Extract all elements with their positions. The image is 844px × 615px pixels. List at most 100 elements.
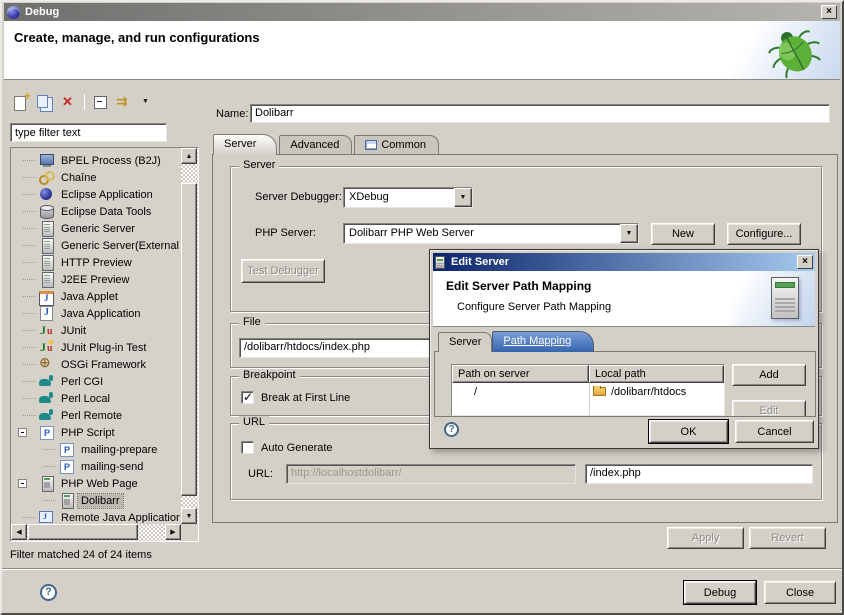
applet-icon [39,289,55,304]
cancel-button[interactable]: Cancel [735,420,814,443]
server-path-cell: / [452,386,589,398]
tab-server[interactable]: Server [213,134,277,155]
php-icon [59,442,75,457]
filter-menu-dropdown-icon[interactable] [140,94,157,110]
tree-item-http-preview[interactable]: HTTP Preview [12,254,180,271]
config-toolbar [12,94,157,110]
scroll-right-icon[interactable]: ▶ [165,524,181,540]
vertical-scroll-thumb[interactable] [181,183,197,496]
dialog-help-icon[interactable] [444,422,459,437]
remote-java-icon [39,510,55,523]
collapse-all-icon[interactable] [92,94,109,110]
scroll-up-icon[interactable]: ▲ [181,148,197,164]
footer-separator [2,568,842,570]
revert-button: Revert [749,527,826,549]
close-dialog-icon[interactable] [797,255,813,269]
tree-item-remote-java-application[interactable]: Remote Java Application [12,509,180,523]
tree-item-junit-plug-in-test[interactable]: JUnit Plug-in Test [12,339,180,356]
header-banner: Create, manage, and run configurations [4,21,840,80]
server-icon [39,238,55,253]
tree-item-generic-server[interactable]: Generic Server [12,220,180,237]
tree-item-osgi-framework[interactable]: OSGi Framework [12,356,180,373]
edit-server-dialog: Edit Server Edit Server Path Mapping Con… [429,249,819,449]
tree-item-bpel-process-b2j[interactable]: BPEL Process (B2J) [12,152,180,169]
duplicate-config-icon[interactable] [36,94,53,110]
tree-item-perl-local[interactable]: Perl Local [12,390,180,407]
scroll-left-icon[interactable]: ◀ [11,524,27,540]
tree-item-perl-cgi[interactable]: Perl CGI [12,373,180,390]
horizontal-scroll-thumb[interactable] [28,524,138,540]
osgi-icon [39,357,55,372]
tree-item-java-application[interactable]: Java Application [12,305,180,322]
debug-configurations-window: Debug Create, manage, and run configurat… [0,0,844,615]
java-icon [39,306,55,321]
new-config-icon[interactable] [12,94,29,110]
php-web-icon [39,476,55,491]
tree-vertical-scrollbar[interactable]: ▲ ▼ [181,148,198,524]
window-title: Debug [25,6,821,18]
database-icon [39,204,55,219]
tree-item-mailing-send[interactable]: mailing-send [12,458,180,475]
tree-item-mailing-prepare[interactable]: mailing-prepare [12,441,180,458]
config-tree-rows: BPEL Process (B2J)ChaîneEclipse Applicat… [12,150,180,523]
filter-status-text: Filter matched 24 of 24 items [10,549,152,561]
camel-icon [39,408,55,423]
toolbar-separator [84,94,85,110]
column-divider [589,383,590,416]
column-path-on-server[interactable]: Path on server [452,365,589,383]
process-icon [39,153,55,168]
debug-button[interactable]: Debug [684,581,756,604]
close-button[interactable]: Close [764,581,836,604]
php-web-icon [59,493,75,508]
column-local-path[interactable]: Local path [589,365,724,383]
name-input[interactable]: Dolibarr [250,104,830,123]
tree-item-eclipse-application[interactable]: Eclipse Application [12,186,180,203]
edit-server-titlebar[interactable]: Edit Server [433,253,815,271]
tree-item-perl-remote[interactable]: Perl Remote [12,407,180,424]
ok-button[interactable]: OK [649,420,728,443]
path-mapping-panel: Path on server Local path //dolibarr/htd… [434,351,816,417]
filter-icon[interactable] [116,94,133,110]
tree-item-dolibarr[interactable]: Dolibarr [12,492,180,509]
junit-plugin-icon [39,340,55,355]
edit-server-title: Edit Server [451,256,797,268]
type-filter-input[interactable] [10,123,167,142]
edit-server-subheading: Configure Server Path Mapping [457,301,611,313]
edit-server-tabs: Server Path Mapping [438,331,594,352]
tree-item-junit[interactable]: JUnit [12,322,180,339]
add-mapping-button[interactable]: Add [732,364,806,386]
window-titlebar[interactable]: Debug [4,3,840,21]
path-mapping-row[interactable]: //dolibarr/htdocs [452,383,724,400]
tree-horizontal-scrollbar[interactable]: ◀ ▶ [11,524,181,541]
tree-item-php-script[interactable]: PHP Script [12,424,180,441]
table-icon [365,140,377,150]
scroll-down-icon[interactable]: ▼ [181,508,197,524]
tree-item-eclipse-data-tools[interactable]: Eclipse Data Tools [12,203,180,220]
tab-server-settings[interactable]: Server [438,332,492,352]
collapse-toggle-icon[interactable] [18,428,27,437]
camel-icon [39,391,55,406]
edit-mapping-button: Edit [732,400,806,417]
delete-config-icon[interactable] [60,94,77,110]
tree-item-j2ee-preview[interactable]: J2EE Preview [12,271,180,288]
name-label: Name: [216,108,248,120]
configurations-tree: BPEL Process (B2J)ChaîneEclipse Applicat… [10,147,199,542]
help-icon[interactable] [40,584,57,601]
close-window-icon[interactable] [821,5,837,19]
table-header: Path on server Local path [452,365,724,383]
tab-advanced[interactable]: Advanced [279,135,352,155]
edit-server-banner: Edit Server Path Mapping Configure Serve… [433,271,815,327]
tree-item-java-applet[interactable]: Java Applet [12,288,180,305]
tree-item-php-web-page[interactable]: PHP Web Page [12,475,180,492]
page-title: Create, manage, and run configurations [14,30,260,45]
tab-common[interactable]: Common [354,135,439,155]
collapse-toggle-icon[interactable] [18,479,27,488]
tree-item-cha-ne[interactable]: Chaîne [12,169,180,186]
eclipse-sphere-icon [39,187,55,202]
config-tabs: Server Advanced Common [213,134,441,155]
tab-path-mapping[interactable]: Path Mapping [492,331,594,352]
junit-icon [39,323,55,338]
path-mapping-rows: //dolibarr/htdocs [452,383,724,416]
server-tower-icon [771,277,799,319]
tree-item-generic-server-external-la[interactable]: Generic Server(External La [12,237,180,254]
